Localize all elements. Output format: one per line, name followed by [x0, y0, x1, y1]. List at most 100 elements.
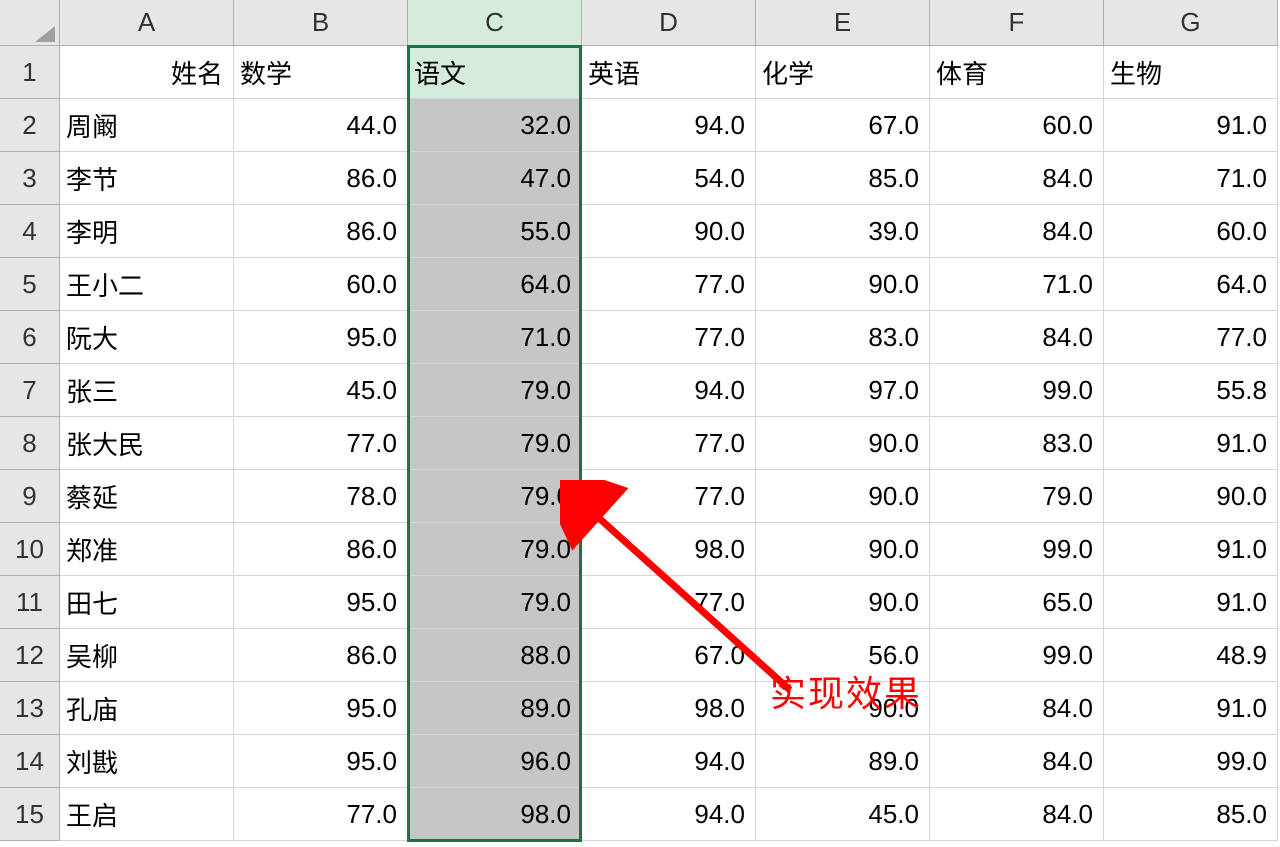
cell-F8[interactable]: 83.0: [930, 417, 1104, 470]
column-header-B[interactable]: B: [234, 0, 408, 46]
cell-C14[interactable]: 96.0: [408, 735, 582, 788]
cell-G2[interactable]: 91.0: [1104, 99, 1278, 152]
cell-C1[interactable]: 语文: [408, 46, 582, 99]
cell-E7[interactable]: 97.0: [756, 364, 930, 417]
cell-A6[interactable]: 阮大: [60, 311, 234, 364]
row-header-6[interactable]: 6: [0, 311, 60, 364]
row-header-15[interactable]: 15: [0, 788, 60, 841]
row-header-8[interactable]: 8: [0, 417, 60, 470]
cell-D13[interactable]: 98.0: [582, 682, 756, 735]
cell-C8[interactable]: 79.0: [408, 417, 582, 470]
cell-B15[interactable]: 77.0: [234, 788, 408, 841]
cell-D2[interactable]: 94.0: [582, 99, 756, 152]
cell-G1[interactable]: 生物: [1104, 46, 1278, 99]
cell-B5[interactable]: 60.0: [234, 258, 408, 311]
cell-B3[interactable]: 86.0: [234, 152, 408, 205]
cell-C9[interactable]: 79.0: [408, 470, 582, 523]
column-header-A[interactable]: A: [60, 0, 234, 46]
cell-D12[interactable]: 67.0: [582, 629, 756, 682]
cell-G8[interactable]: 91.0: [1104, 417, 1278, 470]
cell-A8[interactable]: 张大民: [60, 417, 234, 470]
cell-F13[interactable]: 84.0: [930, 682, 1104, 735]
cell-G5[interactable]: 64.0: [1104, 258, 1278, 311]
cell-C15[interactable]: 98.0: [408, 788, 582, 841]
cell-F1[interactable]: 体育: [930, 46, 1104, 99]
cell-E12[interactable]: 56.0: [756, 629, 930, 682]
cell-F5[interactable]: 71.0: [930, 258, 1104, 311]
cell-E13[interactable]: 90.0: [756, 682, 930, 735]
row-header-10[interactable]: 10: [0, 523, 60, 576]
cell-C12[interactable]: 88.0: [408, 629, 582, 682]
row-header-1[interactable]: 1: [0, 46, 60, 99]
cell-F7[interactable]: 99.0: [930, 364, 1104, 417]
row-header-2[interactable]: 2: [0, 99, 60, 152]
cell-F6[interactable]: 84.0: [930, 311, 1104, 364]
row-header-5[interactable]: 5: [0, 258, 60, 311]
cell-A12[interactable]: 吴柳: [60, 629, 234, 682]
cell-G15[interactable]: 85.0: [1104, 788, 1278, 841]
cell-A14[interactable]: 刘戡: [60, 735, 234, 788]
cell-D10[interactable]: 98.0: [582, 523, 756, 576]
row-header-13[interactable]: 13: [0, 682, 60, 735]
cell-C11[interactable]: 79.0: [408, 576, 582, 629]
cell-F10[interactable]: 99.0: [930, 523, 1104, 576]
cell-B8[interactable]: 77.0: [234, 417, 408, 470]
cell-D14[interactable]: 94.0: [582, 735, 756, 788]
cell-E2[interactable]: 67.0: [756, 99, 930, 152]
cell-A4[interactable]: 李明: [60, 205, 234, 258]
cell-F14[interactable]: 84.0: [930, 735, 1104, 788]
cell-A10[interactable]: 郑准: [60, 523, 234, 576]
cell-D4[interactable]: 90.0: [582, 205, 756, 258]
cell-E9[interactable]: 90.0: [756, 470, 930, 523]
cell-A5[interactable]: 王小二: [60, 258, 234, 311]
cell-F11[interactable]: 65.0: [930, 576, 1104, 629]
cell-A3[interactable]: 李节: [60, 152, 234, 205]
column-header-F[interactable]: F: [930, 0, 1104, 46]
cell-E15[interactable]: 45.0: [756, 788, 930, 841]
cell-D5[interactable]: 77.0: [582, 258, 756, 311]
cell-G6[interactable]: 77.0: [1104, 311, 1278, 364]
cell-C4[interactable]: 55.0: [408, 205, 582, 258]
column-header-G[interactable]: G: [1104, 0, 1278, 46]
column-header-D[interactable]: D: [582, 0, 756, 46]
row-header-14[interactable]: 14: [0, 735, 60, 788]
cell-E3[interactable]: 85.0: [756, 152, 930, 205]
cell-G12[interactable]: 48.9: [1104, 629, 1278, 682]
cell-G14[interactable]: 99.0: [1104, 735, 1278, 788]
row-header-12[interactable]: 12: [0, 629, 60, 682]
cell-C2[interactable]: 32.0: [408, 99, 582, 152]
cell-A15[interactable]: 王启: [60, 788, 234, 841]
row-header-3[interactable]: 3: [0, 152, 60, 205]
column-header-E[interactable]: E: [756, 0, 930, 46]
cell-C13[interactable]: 89.0: [408, 682, 582, 735]
cell-C6[interactable]: 71.0: [408, 311, 582, 364]
cell-B10[interactable]: 86.0: [234, 523, 408, 576]
cell-G11[interactable]: 91.0: [1104, 576, 1278, 629]
cell-F15[interactable]: 84.0: [930, 788, 1104, 841]
cell-D8[interactable]: 77.0: [582, 417, 756, 470]
cell-F9[interactable]: 79.0: [930, 470, 1104, 523]
cell-D7[interactable]: 94.0: [582, 364, 756, 417]
row-header-11[interactable]: 11: [0, 576, 60, 629]
cell-E4[interactable]: 39.0: [756, 205, 930, 258]
cell-B14[interactable]: 95.0: [234, 735, 408, 788]
cell-E8[interactable]: 90.0: [756, 417, 930, 470]
cell-E6[interactable]: 83.0: [756, 311, 930, 364]
cell-B6[interactable]: 95.0: [234, 311, 408, 364]
cell-D15[interactable]: 94.0: [582, 788, 756, 841]
cell-B11[interactable]: 95.0: [234, 576, 408, 629]
cell-F4[interactable]: 84.0: [930, 205, 1104, 258]
cell-G7[interactable]: 55.8: [1104, 364, 1278, 417]
cell-B4[interactable]: 86.0: [234, 205, 408, 258]
cell-B1[interactable]: 数学: [234, 46, 408, 99]
column-header-C[interactable]: C: [408, 0, 582, 46]
cell-A9[interactable]: 蔡延: [60, 470, 234, 523]
row-header-9[interactable]: 9: [0, 470, 60, 523]
cell-F3[interactable]: 84.0: [930, 152, 1104, 205]
cell-F2[interactable]: 60.0: [930, 99, 1104, 152]
cell-E11[interactable]: 90.0: [756, 576, 930, 629]
cell-B7[interactable]: 45.0: [234, 364, 408, 417]
select-all-corner[interactable]: [0, 0, 60, 46]
cell-E5[interactable]: 90.0: [756, 258, 930, 311]
row-header-4[interactable]: 4: [0, 205, 60, 258]
